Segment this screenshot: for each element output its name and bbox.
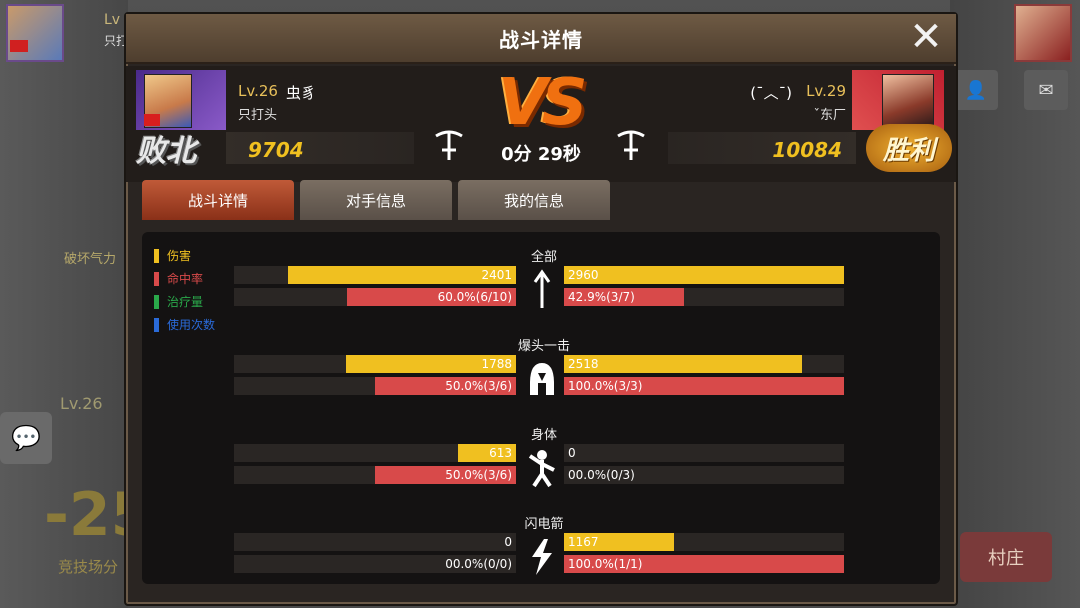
background-opponent-avatar — [1014, 4, 1072, 62]
bar-value: 613 — [489, 446, 512, 460]
damage-bar-left: 2401 — [234, 266, 516, 284]
stats-area: 伤害 命中率 治疗量 使用次数 全部 2401 2960 60.0%(6/10) 42.… — [142, 232, 940, 584]
legend-item-healing: 治疗量 — [154, 290, 215, 313]
background-level-tag: Lv.26 — [60, 394, 103, 413]
match-header: Lv.26 虫豸 只打头 9704 败北 VS 0分 29秒 (¯︿¯) Lv.… — [126, 66, 956, 182]
background-flag-icon — [10, 40, 28, 52]
legend: 伤害 命中率 治疗量 使用次数 — [154, 244, 215, 336]
section-title: 身体 — [530, 428, 557, 443]
bar-value: 00.0%(0/0) — [445, 557, 512, 571]
background-level: Lv — [104, 12, 121, 28]
damage-bar-right: 2518 — [564, 355, 844, 373]
body-icon — [528, 450, 555, 488]
bar-value: 60.0%(6/10) — [437, 290, 512, 304]
hit-rate-bar-right: 100.0%(3/3) — [564, 377, 844, 395]
player-left-guild: 只打头 — [238, 108, 278, 123]
hit-rate-bar-left: 00.0%(0/0) — [234, 555, 516, 573]
bar-value: 1788 — [481, 357, 512, 371]
legend-label: 伤害 — [167, 249, 192, 263]
bar-value: 100.0%(3/3) — [568, 379, 643, 393]
crossbow-icon — [435, 130, 463, 160]
player-left-name: 虫豸 — [286, 84, 317, 102]
bar-value: 0 — [504, 535, 512, 549]
helmet-icon — [530, 363, 554, 395]
bar-value: 0 — [568, 446, 576, 460]
defeat-badge: 败北 — [136, 134, 196, 169]
damage-bar-right: 2960 — [564, 266, 844, 284]
legend-label: 治疗量 — [167, 295, 204, 309]
bar-value: 00.0%(0/3) — [568, 468, 635, 482]
hit-rate-bar-left: 50.0%(3/6) — [234, 466, 516, 484]
bar-value: 2401 — [481, 268, 512, 282]
player-right-level: Lv.29 — [806, 82, 846, 100]
player-right-portrait — [882, 74, 934, 128]
background-arena-label: 竞技场分 — [58, 558, 119, 576]
player-left-score: 9704 — [248, 138, 304, 162]
player-left-avatar[interactable] — [136, 70, 226, 130]
legend-item-usage-count: 使用次数 — [154, 313, 215, 336]
tab-battle-details[interactable]: 战斗详情 — [142, 180, 294, 220]
legend-swatch — [154, 294, 159, 309]
village-button[interactable]: 村庄 — [960, 532, 1052, 582]
legend-item-hit-rate: 命中率 — [154, 267, 215, 290]
damage-bar-right: 0 — [564, 444, 844, 462]
add-friend-icon[interactable]: 👤 — [954, 70, 998, 110]
bar-value: 2518 — [568, 357, 599, 371]
bar-value: 100.0%(1/1) — [568, 557, 643, 571]
hit-rate-bar-right: 00.0%(0/3) — [564, 466, 844, 484]
bar-value: 50.0%(3/6) — [445, 379, 512, 393]
legend-swatch — [154, 248, 159, 263]
china-flag-icon — [144, 114, 160, 126]
bar-fill — [564, 266, 844, 284]
player-right-avatar[interactable] — [852, 70, 944, 130]
section-title: 闪电箭 — [524, 517, 564, 532]
mail-icon[interactable]: ✉ — [1024, 70, 1068, 110]
legend-label: 使用次数 — [167, 318, 216, 332]
match-duration: 0分 29秒 — [501, 144, 581, 165]
tab-bar: 战斗详情 对手信息 我的信息 — [142, 180, 610, 220]
close-icon[interactable]: ✕ — [906, 17, 946, 58]
section-title: 爆头一击 — [517, 339, 570, 354]
legend-label: 命中率 — [167, 272, 204, 286]
tab-opponent-info[interactable]: 对手信息 — [300, 180, 452, 220]
legend-item-damage: 伤害 — [154, 244, 215, 267]
section-title: 全部 — [530, 250, 557, 265]
bar-value: 1167 — [568, 535, 599, 549]
chat-icon[interactable]: 💬 — [0, 412, 52, 464]
lightning-icon — [532, 539, 552, 575]
bar-value: 2960 — [568, 268, 599, 282]
arrow-icon — [533, 269, 551, 308]
tab-my-info[interactable]: 我的信息 — [458, 180, 610, 220]
player-right-name: (¯︿¯) — [750, 84, 792, 102]
victory-badge: 胜利 — [866, 124, 952, 172]
hit-rate-bar-right: 42.9%(3/7) — [564, 288, 844, 306]
player-right-guild: ˇ东厂 — [813, 108, 846, 123]
bar-fill — [564, 355, 803, 373]
damage-bar-right: 1167 — [564, 533, 844, 551]
panel-title: 战斗详情 — [499, 27, 583, 52]
damage-bar-left: 1788 — [234, 355, 516, 373]
player-left-level: Lv.26 — [238, 82, 278, 100]
background-player-avatar — [6, 4, 64, 62]
hit-rate-bar-left: 60.0%(6/10) — [234, 288, 516, 306]
bar-value: 42.9%(3/7) — [568, 290, 635, 304]
player-right-score: 10084 — [772, 138, 842, 162]
hit-rate-bar-right: 100.0%(1/1) — [564, 555, 844, 573]
damage-bar-left: 0 — [234, 533, 516, 551]
legend-swatch — [154, 317, 159, 332]
vs-emblem: VS — [498, 66, 588, 140]
bar-value: 50.0%(3/6) — [445, 468, 512, 482]
crossbow-icon — [617, 130, 645, 160]
panel-titlebar: 战斗详情 ✕ — [126, 14, 956, 64]
damage-bar-left: 613 — [234, 444, 516, 462]
hit-rate-bar-left: 50.0%(3/6) — [234, 377, 516, 395]
legend-swatch — [154, 271, 159, 286]
background-side-text: 破坏气力 — [64, 252, 117, 267]
battle-details-panel: 战斗详情 ✕ Lv.26 虫豸 只打头 9704 败北 VS 0分 29秒 (¯… — [124, 12, 958, 606]
